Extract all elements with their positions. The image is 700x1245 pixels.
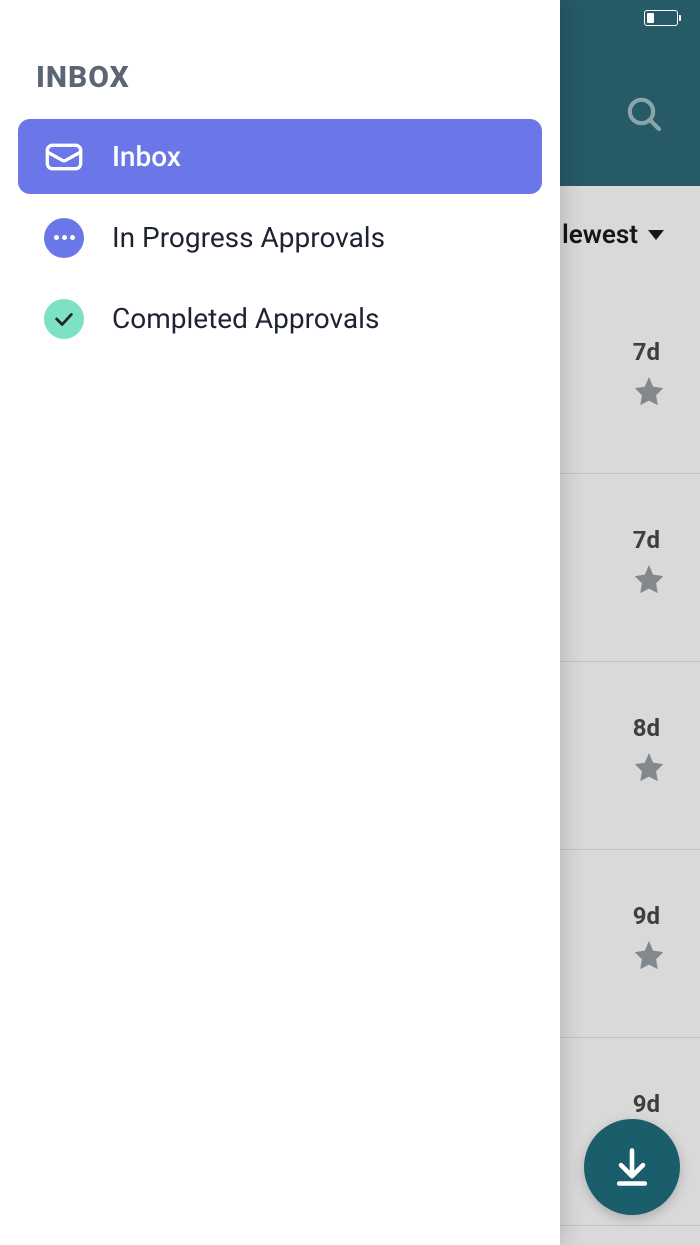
nav-item-inbox[interactable]: Inbox	[18, 119, 542, 194]
nav-label: Completed Approvals	[112, 302, 379, 335]
status-bar	[0, 0, 700, 36]
download-fab[interactable]	[584, 1119, 680, 1215]
drawer-title: INBOX	[18, 60, 542, 119]
nav-label: In Progress Approvals	[112, 221, 385, 254]
navigation-drawer: INBOX Inbox In Progress Approvals	[0, 0, 560, 1245]
download-icon	[610, 1145, 654, 1189]
battery-icon	[644, 10, 678, 26]
nav-item-completed[interactable]: Completed Approvals	[18, 281, 542, 356]
app-root: lewest 7d 7d 8d	[0, 0, 700, 1245]
dots-icon	[42, 216, 86, 260]
envelope-icon	[42, 135, 86, 179]
battery-level	[647, 13, 654, 23]
nav-item-in-progress[interactable]: In Progress Approvals	[18, 200, 542, 275]
nav-label: Inbox	[112, 140, 181, 173]
check-icon	[42, 297, 86, 341]
